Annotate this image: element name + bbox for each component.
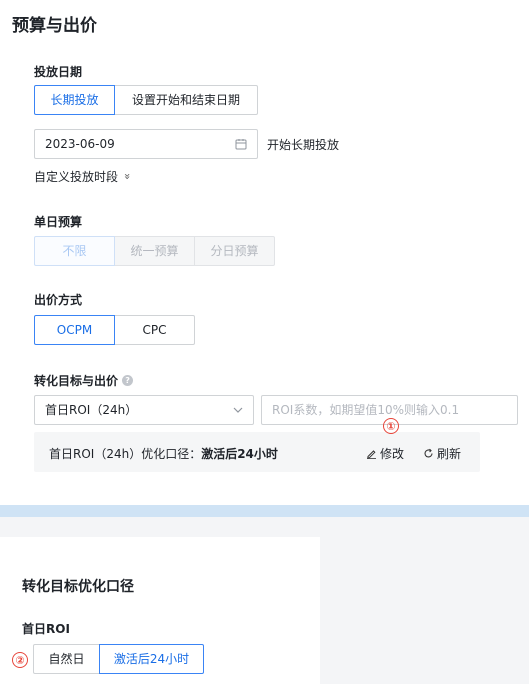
optimization-subtitle: 首日ROI bbox=[22, 622, 70, 636]
optimization-segmented-control: 自然日 激活后24小时 bbox=[33, 644, 204, 674]
optimization-info-text: 首日ROI（24h）优化口径：激活后24小时 bbox=[49, 445, 278, 462]
optimization-option-24h[interactable]: 激活后24小时 bbox=[99, 644, 204, 674]
help-icon[interactable]: ? bbox=[122, 375, 134, 386]
annotation-marker-1: ① bbox=[383, 418, 399, 434]
start-date-hint: 开始长期投放 bbox=[267, 138, 340, 152]
schedule-label: 投放日期 bbox=[34, 65, 83, 79]
conversion-target-value: 首日ROI（24h） bbox=[45, 403, 138, 417]
conversion-label: 转化目标与出价 bbox=[34, 374, 119, 388]
refresh-icon bbox=[423, 448, 434, 459]
optimization-info-prefix: 首日ROI（24h）优化口径： bbox=[49, 447, 202, 461]
page-title: 预算与出价 bbox=[12, 16, 97, 36]
conversion-target-select[interactable]: 首日ROI（24h） bbox=[34, 395, 254, 425]
chevron-down-icon bbox=[233, 405, 243, 415]
schedule-option-long-term[interactable]: 长期投放 bbox=[34, 85, 115, 115]
start-date-value: 2023-06-09 bbox=[45, 137, 115, 151]
bid-method-label: 出价方式 bbox=[34, 293, 83, 307]
annotation-marker-2: ② bbox=[12, 652, 28, 668]
schedule-option-date-range[interactable]: 设置开始和结束日期 bbox=[114, 85, 258, 115]
double-chevron-down-icon: » bbox=[120, 173, 134, 180]
edit-label: 修改 bbox=[380, 447, 405, 461]
calendar-icon bbox=[235, 138, 247, 150]
optimization-title: 转化目标优化口径 bbox=[22, 579, 134, 595]
budget-option-uniform[interactable]: 统一预算 bbox=[114, 236, 195, 266]
custom-schedule-link[interactable]: 自定义投放时段 » bbox=[34, 168, 134, 185]
refresh-label: 刷新 bbox=[437, 447, 462, 461]
budget-option-daily[interactable]: 分日预算 bbox=[194, 236, 275, 266]
budget-option-unlimited[interactable]: 不限 bbox=[34, 236, 115, 266]
schedule-segmented-control: 长期投放 设置开始和结束日期 bbox=[34, 85, 258, 115]
edit-pencil-icon bbox=[366, 448, 377, 459]
budget-label: 单日预算 bbox=[34, 215, 83, 229]
start-date-input[interactable]: 2023-06-09 bbox=[34, 129, 258, 159]
custom-schedule-label: 自定义投放时段 bbox=[34, 170, 119, 184]
budget-segmented-control: 不限 统一预算 分日预算 bbox=[34, 236, 275, 266]
edit-button[interactable]: 修改 bbox=[366, 445, 404, 462]
section-divider bbox=[0, 505, 529, 517]
bid-method-option-ocpm[interactable]: OCPM bbox=[34, 315, 115, 345]
optimization-option-natural-day[interactable]: 自然日 bbox=[33, 644, 100, 674]
conversion-label-row: 转化目标与出价 ? bbox=[34, 372, 134, 389]
bid-method-option-cpc[interactable]: CPC bbox=[114, 315, 195, 345]
bid-method-segmented-control: OCPM CPC bbox=[34, 315, 195, 345]
optimization-info-value: 激活后24小时 bbox=[201, 447, 278, 461]
refresh-button[interactable]: 刷新 bbox=[423, 445, 461, 462]
